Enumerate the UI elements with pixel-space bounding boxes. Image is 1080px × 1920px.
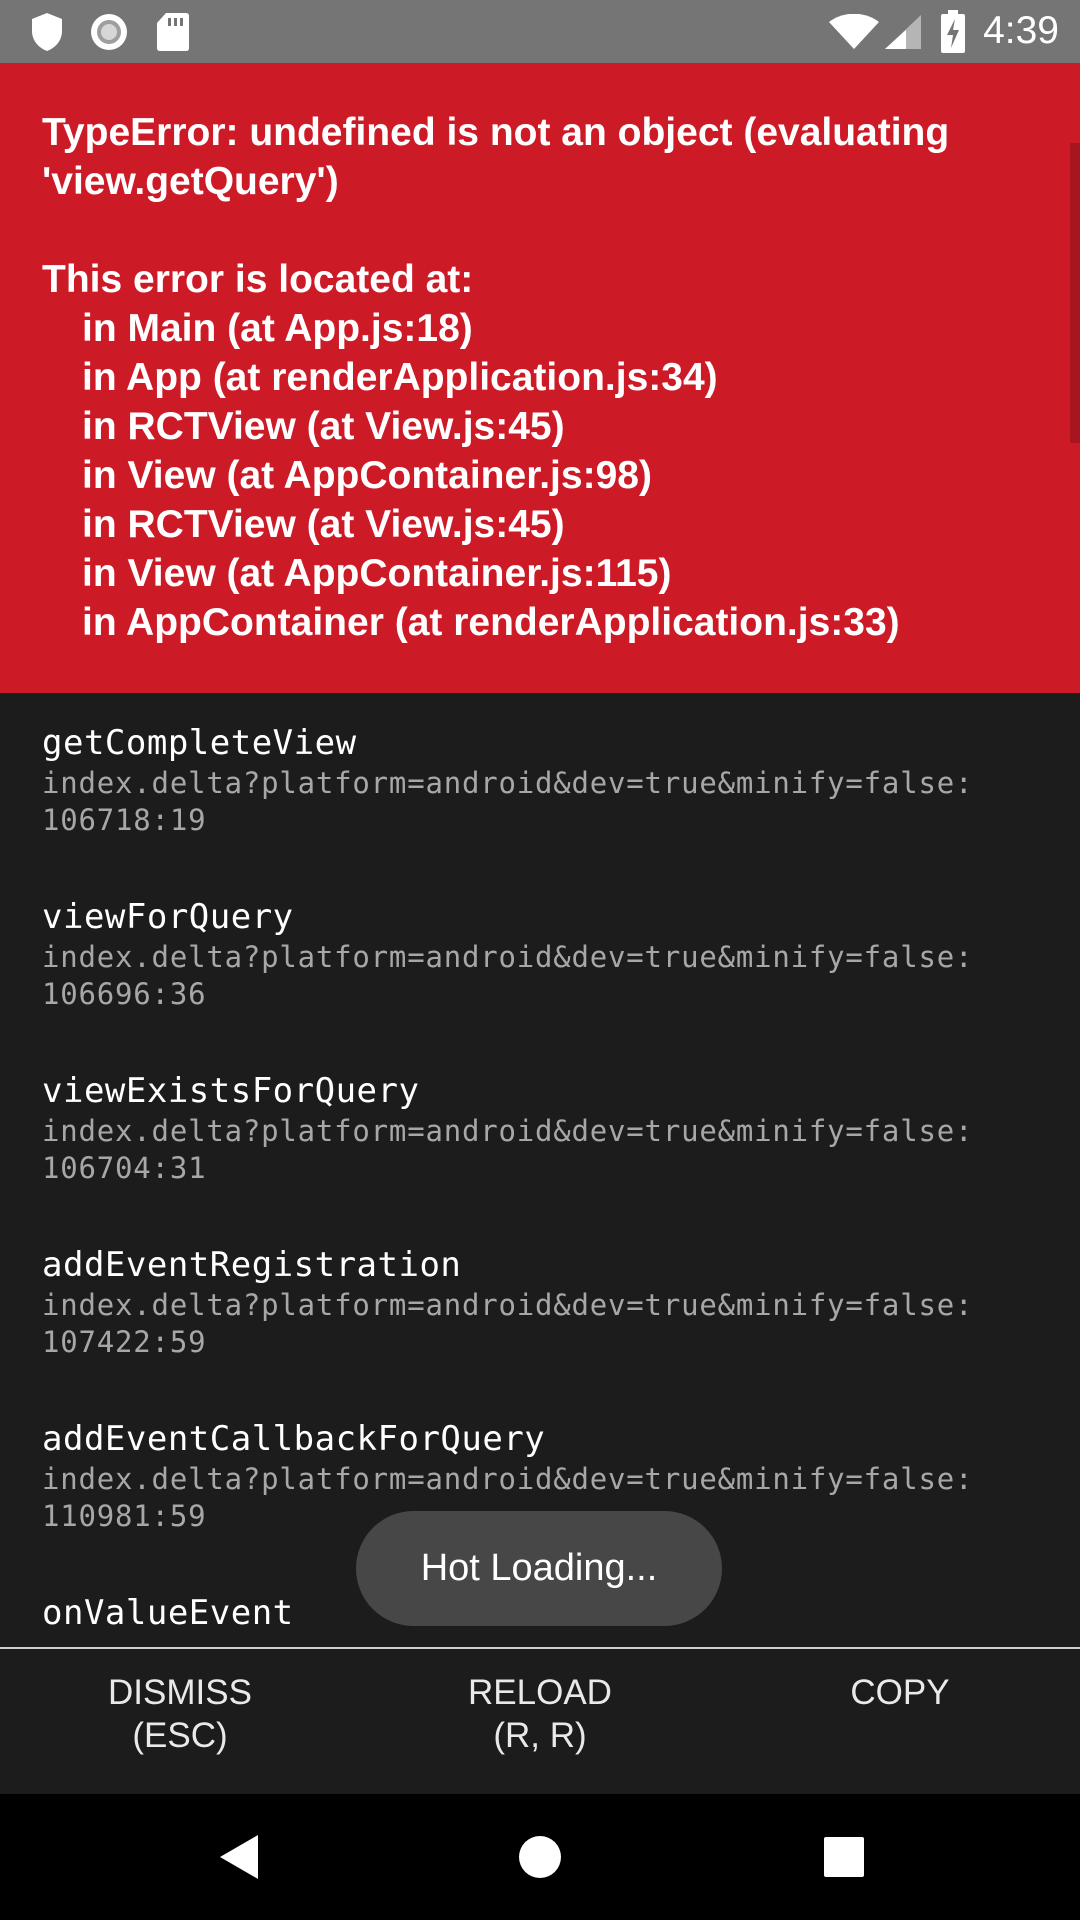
stack-frame-file: index.delta?platform=android&dev=true&mi…: [42, 1114, 974, 1185]
recents-icon[interactable]: [814, 1827, 874, 1887]
shield-icon: [30, 12, 64, 57]
action-bar: DISMISS (ESC) RELOAD (R, R) COPY: [0, 1647, 1080, 1794]
stack-frame-file: index.delta?platform=android&dev=true&mi…: [42, 1288, 974, 1359]
stack-frame-method: viewExistsForQuery: [42, 1071, 420, 1111]
stack-frame[interactable]: getCompleteView index.delta?platform=and…: [42, 721, 1042, 839]
battery-charging-icon: [940, 10, 966, 59]
component-stack-line: in View (at AppContainer.js:98): [82, 454, 652, 497]
circle-record-icon: [89, 12, 129, 57]
home-icon[interactable]: [510, 1827, 570, 1887]
stack-frame-method: getCompleteView: [42, 723, 357, 763]
error-location-title: This error is located at:: [42, 258, 474, 301]
stack-frame[interactable]: viewForQuery index.delta?platform=androi…: [42, 895, 1042, 1013]
dismiss-button-shortcut: (ESC): [132, 1716, 228, 1755]
status-bar: 4:39: [0, 0, 1080, 63]
stack-frame[interactable]: addEventRegistration index.delta?platfor…: [42, 1243, 1042, 1361]
component-stack-line: in View (at AppContainer.js:115): [82, 552, 672, 595]
copy-button-label: COPY: [850, 1673, 950, 1712]
component-stack-line: in AppContainer (at renderApplication.js…: [82, 601, 900, 644]
cell-signal-icon: [884, 14, 922, 55]
reload-button-shortcut: (R, R): [493, 1716, 587, 1755]
wifi-icon: [828, 13, 880, 55]
copy-button[interactable]: COPY: [750, 1671, 1050, 1714]
stack-frame-file: index.delta?platform=android&dev=true&mi…: [42, 940, 974, 1011]
navigation-bar: [0, 1794, 1080, 1920]
component-stack-line: in Main (at App.js:18): [82, 307, 473, 350]
stack-frame-method: addEventRegistration: [42, 1245, 462, 1285]
dismiss-button[interactable]: DISMISS (ESC): [30, 1671, 330, 1757]
status-clock: 4:39: [983, 9, 1059, 52]
stack-trace-list[interactable]: getCompleteView index.delta?platform=and…: [0, 693, 1080, 1647]
reload-button[interactable]: RELOAD (R, R): [390, 1671, 690, 1757]
redbox-error-screen: 4:39 TypeError: undefined is not an obje…: [0, 0, 1080, 1920]
stack-frame-method: addEventCallbackForQuery: [42, 1419, 546, 1459]
stack-frame-file: index.delta?platform=android&dev=true&mi…: [42, 766, 974, 837]
dismiss-button-label: DISMISS: [108, 1673, 252, 1712]
reload-button-label: RELOAD: [468, 1673, 612, 1712]
stack-frame-method: viewForQuery: [42, 897, 294, 937]
component-stack-line: in RCTView (at View.js:45): [82, 405, 565, 448]
error-header[interactable]: TypeError: undefined is not an object (e…: [0, 63, 1080, 693]
component-stack-line: in RCTView (at View.js:45): [82, 503, 565, 546]
hot-loading-toast: Hot Loading...: [356, 1511, 722, 1626]
sd-card-icon: [156, 12, 190, 57]
error-scrollbar[interactable]: [1070, 143, 1080, 443]
component-stack-line: in App (at renderApplication.js:34): [82, 356, 718, 399]
error-message: TypeError: undefined is not an object (e…: [42, 111, 950, 203]
stack-frame[interactable]: viewExistsForQuery index.delta?platform=…: [42, 1069, 1042, 1187]
back-icon[interactable]: [208, 1827, 268, 1887]
